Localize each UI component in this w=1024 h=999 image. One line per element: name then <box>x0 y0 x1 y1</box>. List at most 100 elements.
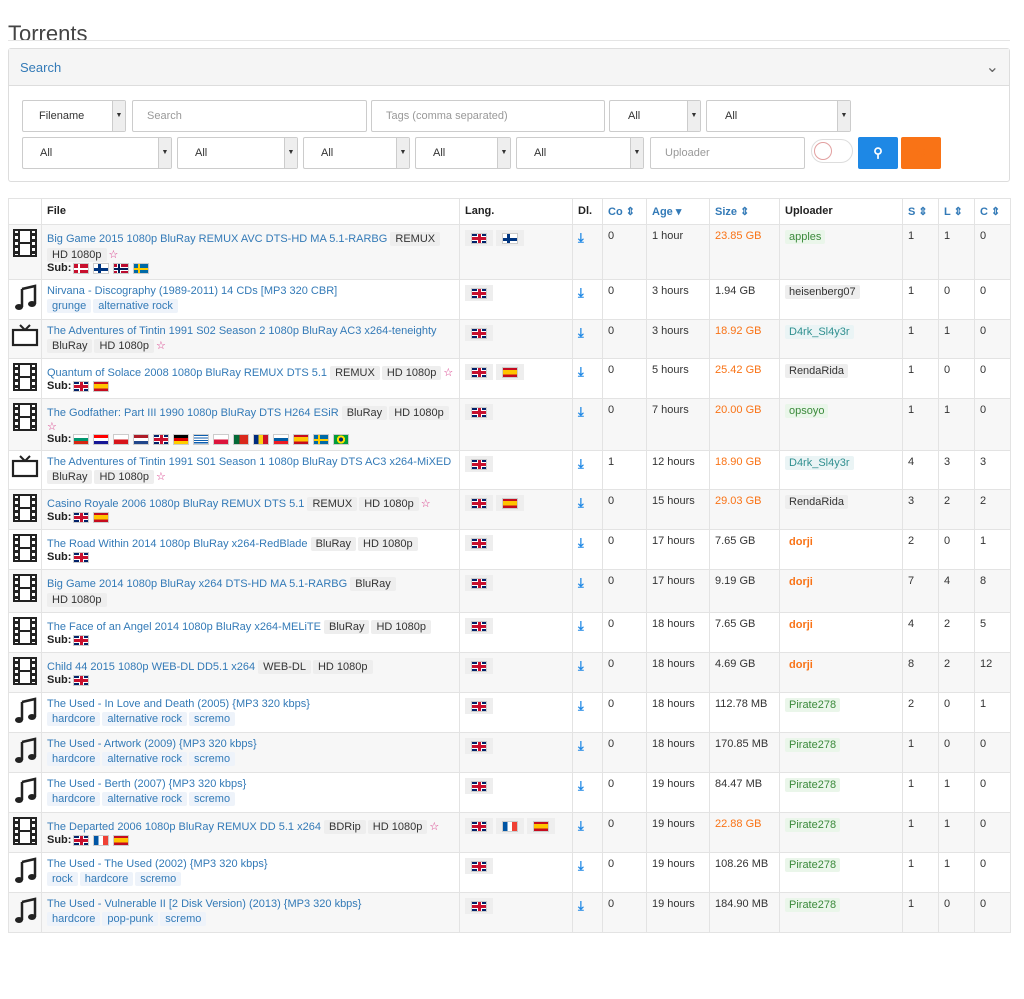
genre-tag[interactable]: hardcore <box>47 752 101 766</box>
filter-select-a[interactable]: All ▼ <box>609 100 701 132</box>
filter-select-f[interactable]: All ▼ <box>415 137 511 169</box>
genre-tag[interactable]: scremo <box>135 872 182 886</box>
torrent-name-link[interactable]: The Departed 2006 1080p BluRay REMUX DD … <box>47 821 321 833</box>
uploader-link[interactable]: Pirate278 <box>785 738 841 752</box>
genre-tag[interactable]: hardcore <box>47 912 101 926</box>
music-category-icon[interactable] <box>13 284 37 315</box>
uploader-link[interactable]: Pirate278 <box>785 858 841 872</box>
col-header-age[interactable]: Age ▾ <box>646 198 710 225</box>
uploader-link[interactable]: opsoyo <box>785 404 829 418</box>
download-icon[interactable]: ⤓ <box>578 404 584 419</box>
col-header-l[interactable]: L ⇕ <box>938 198 975 225</box>
tv-category-icon[interactable] <box>11 455 39 482</box>
genre-tag[interactable]: hardcore <box>47 792 101 806</box>
download-icon[interactable]: ⤓ <box>578 738 584 753</box>
download-icon[interactable]: ⤓ <box>578 575 584 590</box>
genre-tag[interactable]: scremo <box>189 792 236 806</box>
movie-category-icon[interactable] <box>13 363 37 394</box>
download-icon[interactable]: ⤓ <box>578 230 584 245</box>
genre-tag[interactable]: scremo <box>189 712 236 726</box>
torrent-name-link[interactable]: The Adventures of Tintin 1991 S01 Season… <box>47 456 451 468</box>
col-header-size[interactable]: Size ⇕ <box>709 198 780 225</box>
torrent-name-link[interactable]: Quantum of Solace 2008 1080p BluRay REMU… <box>47 367 327 379</box>
uploader-link[interactable]: D4rk_Sl4y3r <box>785 325 854 339</box>
torrent-name-link[interactable]: Big Game 2014 1080p BluRay x264 DTS-HD M… <box>47 578 347 590</box>
download-icon[interactable]: ⤓ <box>578 325 584 340</box>
torrent-name-link[interactable]: The Godfather: Part III 1990 1080p BluRa… <box>47 407 339 419</box>
genre-tag[interactable]: alternative rock <box>102 752 188 766</box>
movie-category-icon[interactable] <box>13 229 37 260</box>
search-button[interactable]: ⚲ <box>858 137 898 169</box>
download-icon[interactable]: ⤓ <box>578 658 584 673</box>
uploader-link[interactable]: D4rk_Sl4y3r <box>785 456 854 470</box>
reset-button[interactable]: ↻ <box>901 137 941 169</box>
genre-tag[interactable]: hardcore <box>79 872 134 886</box>
genre-tag[interactable]: alternative rock <box>102 712 188 726</box>
torrent-name-link[interactable]: The Adventures of Tintin 1991 S02 Season… <box>47 325 437 337</box>
download-icon[interactable]: ⤓ <box>578 535 584 550</box>
music-category-icon[interactable] <box>13 777 37 808</box>
uploader-link[interactable]: Pirate278 <box>785 898 841 912</box>
torrent-name-link[interactable]: The Used - The Used (2002) {MP3 320 kbps… <box>47 858 268 870</box>
genre-tag[interactable]: grunge <box>47 299 92 313</box>
genre-tag[interactable]: alternative rock <box>102 792 188 806</box>
genre-tag[interactable]: alternative rock <box>93 299 178 313</box>
download-icon[interactable]: ⤓ <box>578 818 584 833</box>
movie-category-icon[interactable] <box>13 657 37 688</box>
movie-category-icon[interactable] <box>13 403 37 434</box>
genre-tag[interactable]: pop-punk <box>102 912 159 926</box>
filter-select-g[interactable]: All ▼ <box>516 137 644 169</box>
torrent-name-link[interactable]: The Used - Vulnerable II [2 Disk Version… <box>47 898 361 910</box>
filter-select-b[interactable]: All ▼ <box>706 100 851 132</box>
torrent-name-link[interactable]: Nirvana - Discography (1989-2011) 14 CDs… <box>47 285 337 297</box>
movie-category-icon[interactable] <box>13 574 37 605</box>
uploader-link[interactable]: Pirate278 <box>785 778 841 792</box>
download-icon[interactable]: ⤓ <box>578 698 584 713</box>
search-panel-header[interactable]: Search ⌄ <box>9 49 1009 86</box>
uploader-link[interactable]: dorji <box>785 575 817 589</box>
download-icon[interactable]: ⤓ <box>578 285 584 300</box>
genre-tag[interactable]: hardcore <box>47 712 101 726</box>
col-header-s[interactable]: S ⇕ <box>902 198 939 225</box>
uploader-link[interactable]: RendaRida <box>785 495 849 509</box>
toggle-switch[interactable] <box>811 139 853 163</box>
search-input[interactable]: Search <box>132 100 367 132</box>
torrent-name-link[interactable]: Casino Royale 2006 1080p BluRay REMUX DT… <box>47 498 304 510</box>
music-category-icon[interactable] <box>13 697 37 728</box>
uploader-link[interactable]: dorji <box>785 535 817 549</box>
download-icon[interactable]: ⤓ <box>578 618 584 633</box>
movie-category-icon[interactable] <box>13 534 37 565</box>
uploader-link[interactable]: apples <box>785 230 826 244</box>
chevron-down-icon[interactable]: ⌄ <box>986 57 999 77</box>
genre-tag[interactable]: rock <box>47 872 78 886</box>
uploader-link[interactable]: Pirate278 <box>785 818 841 832</box>
genre-tag[interactable]: scremo <box>189 752 236 766</box>
tv-category-icon[interactable] <box>11 324 39 351</box>
torrent-name-link[interactable]: The Used - Artwork (2009) {MP3 320 kbps} <box>47 738 257 750</box>
download-icon[interactable]: ⤓ <box>578 495 584 510</box>
uploader-link[interactable]: dorji <box>785 618 817 632</box>
download-icon[interactable]: ⤓ <box>578 778 584 793</box>
movie-category-icon[interactable] <box>13 817 37 848</box>
uploader-link[interactable]: Pirate278 <box>785 698 841 712</box>
torrent-name-link[interactable]: Child 44 2015 1080p WEB-DL DD5.1 x264 <box>47 661 255 673</box>
field-select[interactable]: Filename ▼ <box>22 100 126 132</box>
download-icon[interactable]: ⤓ <box>578 364 584 379</box>
download-icon[interactable]: ⤓ <box>578 898 584 913</box>
uploader-link[interactable]: heisenberg07 <box>785 285 860 299</box>
genre-tag[interactable]: scremo <box>160 912 207 926</box>
torrent-name-link[interactable]: The Used - Berth (2007) {MP3 320 kbps} <box>47 778 246 790</box>
movie-category-icon[interactable] <box>13 617 37 648</box>
col-header-c[interactable]: C ⇕ <box>974 198 1011 225</box>
music-category-icon[interactable] <box>13 857 37 888</box>
col-header-co[interactable]: Co ⇕ <box>602 198 647 225</box>
torrent-name-link[interactable]: The Used - In Love and Death (2005) {MP3… <box>47 698 310 710</box>
movie-category-icon[interactable] <box>13 494 37 525</box>
download-icon[interactable]: ⤓ <box>578 858 584 873</box>
filter-select-c[interactable]: All ▼ <box>22 137 172 169</box>
music-category-icon[interactable] <box>13 897 37 928</box>
music-category-icon[interactable] <box>13 737 37 768</box>
torrent-name-link[interactable]: The Face of an Angel 2014 1080p BluRay x… <box>47 621 321 633</box>
uploader-link[interactable]: dorji <box>785 658 817 672</box>
tags-input[interactable]: Tags (comma separated) <box>371 100 605 132</box>
